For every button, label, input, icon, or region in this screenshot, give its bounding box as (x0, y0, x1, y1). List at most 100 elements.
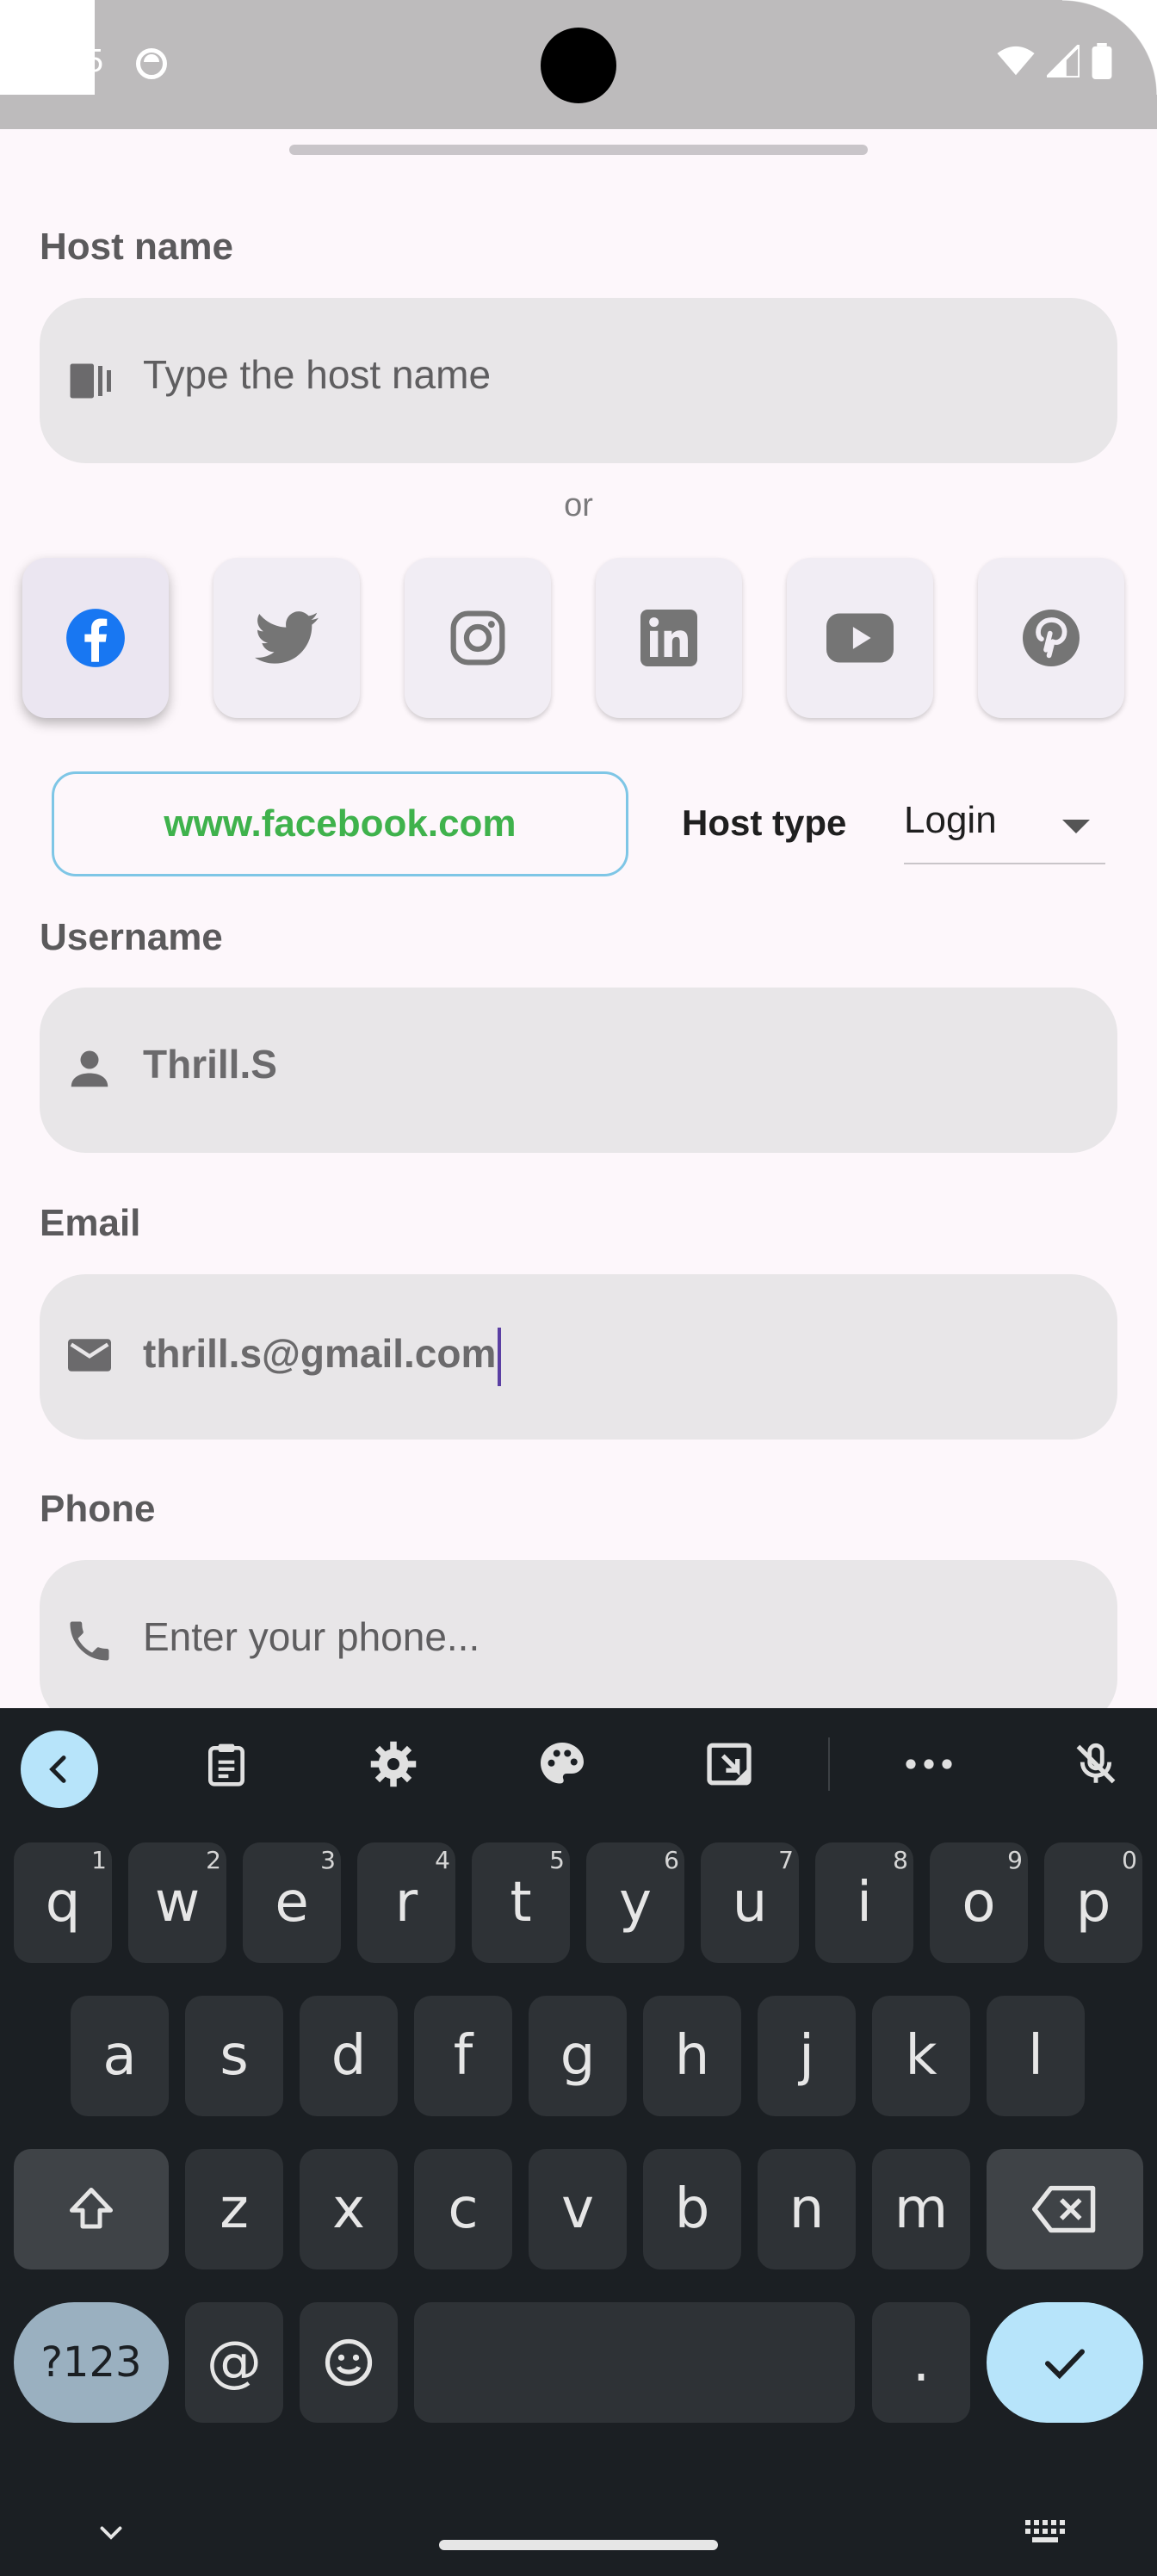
emoji-key[interactable] (300, 2302, 398, 2423)
settings-button[interactable] (363, 1734, 424, 1794)
text-cursor (498, 1328, 502, 1386)
key-d[interactable]: d (300, 1996, 398, 2116)
key-label: t (510, 1871, 532, 1935)
mic-off-icon (1076, 1743, 1116, 1784)
period-key[interactable]: . (872, 2302, 970, 2423)
chevron-down-icon (1062, 820, 1090, 833)
phone-label: Phone (40, 1488, 156, 1530)
voice-input-button[interactable] (1066, 1734, 1126, 1794)
shift-icon (70, 2188, 113, 2229)
clipboard-icon (208, 1743, 244, 1786)
keyboard-back-button[interactable] (21, 1731, 98, 1808)
key-number-hint: 1 (91, 1846, 107, 1874)
username-field[interactable]: Thrill.S (40, 988, 1117, 1153)
key-l[interactable]: l (987, 1996, 1085, 2116)
key-label: o (962, 1871, 996, 1935)
email-input[interactable]: thrill.s@gmail.com (143, 1328, 502, 1386)
status-time: 9:35 (40, 43, 103, 79)
floating-keyboard-icon (707, 1743, 752, 1786)
facebook-icon (66, 609, 125, 667)
username-input[interactable]: Thrill.S (143, 1041, 277, 1087)
backspace-key[interactable] (987, 2149, 1143, 2269)
host-type-value: Login (904, 799, 997, 841)
key-k[interactable]: k (872, 1996, 970, 2116)
linkedin-button[interactable] (596, 558, 742, 718)
phone-input[interactable]: Enter your phone... (143, 1613, 480, 1660)
symbols-key[interactable]: ?123 (14, 2302, 169, 2423)
pinterest-button[interactable] (978, 558, 1124, 718)
key-c[interactable]: c (414, 2149, 512, 2269)
key-g[interactable]: g (529, 1996, 627, 2116)
key-number-hint: 7 (778, 1846, 794, 1874)
host-url-display[interactable]: www.facebook.com (52, 771, 628, 876)
clipboard-button[interactable] (196, 1734, 257, 1794)
key-x[interactable]: x (300, 2149, 398, 2269)
status-bar: 9:35 (0, 0, 1157, 129)
key-p[interactable]: p0 (1044, 1842, 1142, 1963)
youtube-button[interactable] (787, 558, 933, 718)
check-icon (1045, 2349, 1085, 2380)
palette-icon (541, 1743, 584, 1784)
key-i[interactable]: i8 (815, 1842, 913, 1963)
twitter-button[interactable] (213, 558, 360, 718)
theme-button[interactable] (532, 1734, 592, 1794)
notification-icon (136, 48, 167, 79)
facebook-button[interactable] (22, 558, 169, 718)
key-number-hint: 9 (1007, 1846, 1023, 1874)
key-at[interactable]: @ (185, 2302, 283, 2423)
key-r[interactable]: r4 (357, 1842, 455, 1963)
key-number-hint: 8 (893, 1846, 908, 1874)
key-t[interactable]: t5 (472, 1842, 570, 1963)
key-e[interactable]: e3 (243, 1842, 341, 1963)
key-m[interactable]: m (872, 2149, 970, 2269)
key-j[interactable]: j (758, 1996, 856, 2116)
chevron-left-icon (49, 1756, 66, 1783)
key-w[interactable]: w2 (128, 1842, 226, 1963)
wifi-icon (997, 46, 1035, 76)
hide-keyboard-button[interactable] (81, 2502, 141, 2562)
camera-cutout (541, 28, 616, 103)
gesture-nav-handle[interactable] (439, 2540, 718, 2550)
key-a[interactable]: a (71, 1996, 169, 2116)
key-y[interactable]: y6 (586, 1842, 684, 1963)
email-field[interactable]: thrill.s@gmail.com (40, 1274, 1117, 1440)
key-label: i (857, 1871, 872, 1935)
email-value: thrill.s@gmail.com (143, 1331, 497, 1377)
instagram-button[interactable] (405, 558, 551, 718)
linkedin-icon (640, 610, 697, 666)
keyboard-switch-button[interactable] (1016, 2502, 1076, 2562)
key-z[interactable]: z (185, 2149, 283, 2269)
phone-field[interactable]: Enter your phone... (40, 1560, 1117, 1725)
key-label: p (1075, 1871, 1111, 1935)
key-label: r (394, 1871, 418, 1935)
key-label: w (154, 1871, 201, 1935)
or-divider: or (564, 487, 593, 523)
signal-icon (1047, 45, 1080, 77)
key-o[interactable]: o9 (930, 1842, 1028, 1963)
floating-keyboard-button[interactable] (699, 1734, 759, 1794)
sheet-drag-handle[interactable] (289, 145, 868, 155)
gear-icon (370, 1741, 417, 1787)
host-name-input[interactable]: Type the host name (143, 351, 491, 398)
more-options-button[interactable] (899, 1734, 959, 1794)
key-q[interactable]: q1 (14, 1842, 112, 1963)
key-number-hint: 2 (206, 1846, 221, 1874)
key-f[interactable]: f (414, 1996, 512, 2116)
key-v[interactable]: v (529, 2149, 627, 2269)
host-type-dropdown[interactable]: Login (904, 792, 1105, 864)
space-key[interactable] (414, 2302, 855, 2423)
host-icon (70, 363, 111, 399)
key-b[interactable]: b (643, 2149, 741, 2269)
chevron-down-icon (100, 2526, 122, 2540)
key-n[interactable]: n (758, 2149, 856, 2269)
done-key[interactable] (987, 2302, 1143, 2423)
key-number-hint: 4 (435, 1846, 450, 1874)
shift-key[interactable] (14, 2149, 169, 2269)
username-label: Username (40, 916, 223, 958)
key-u[interactable]: u7 (701, 1842, 799, 1963)
status-icons (997, 43, 1112, 79)
key-h[interactable]: h (643, 1996, 741, 2116)
host-name-field[interactable]: Type the host name (40, 298, 1117, 463)
key-s[interactable]: s (185, 1996, 283, 2116)
email-icon (68, 1339, 111, 1372)
